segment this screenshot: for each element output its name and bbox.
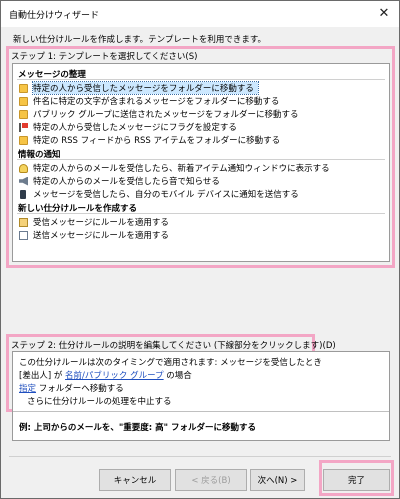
mail-send-icon (19, 230, 28, 240)
close-icon[interactable]: ✕ (373, 3, 395, 25)
sender-group-link[interactable]: 名前/パブリック グループ (65, 371, 164, 381)
template-item-move-from-sender[interactable]: 特定の人から受信したメッセージをフォルダーに移動する (19, 81, 259, 95)
description-condition-line: この仕分けルールは次のタイミングで適用されます: メッセージを受信したとき (19, 358, 322, 368)
category-divider (17, 79, 385, 80)
template-item-play-sound[interactable]: 特定の人からのメールを受信したら音で知らせる (19, 175, 220, 187)
step2-label: ステップ 2: 仕分けルールの説明を編集してください (下線部分をクリックします… (11, 341, 336, 351)
template-item-label: 受信メッセージにルールを適用する (33, 218, 169, 228)
template-item-move-rss[interactable]: 特定の RSS フィードから RSS アイテムをフォルダーに移動する (19, 134, 280, 146)
template-item-flag-from-sender[interactable]: 特定の人から受信したメッセージにフラグを設定する (19, 121, 237, 133)
template-item-label: 特定の RSS フィードから RSS アイテムをフォルダーに移動する (33, 136, 281, 146)
finish-button[interactable]: 完了 (323, 469, 390, 491)
button-area-divider (9, 456, 391, 457)
specified-folder-link[interactable]: 指定 (19, 384, 36, 394)
category-divider (17, 159, 385, 160)
template-item-mobile-alert[interactable]: メッセージを受信したら、自分のモバイル デバイスに通知を送信する (19, 188, 299, 200)
next-button[interactable]: 次へ(N) > (250, 469, 305, 491)
mobile-device-icon (20, 189, 26, 199)
description-divider (13, 411, 389, 412)
description-folder-suffix: フォルダーへ移動する (36, 384, 124, 394)
folder-move-icon (19, 109, 28, 119)
template-item-label: 特定の人からのメールを受信したら音で知らせる (33, 177, 220, 187)
window-title: 自動仕分けウィザード (9, 11, 100, 21)
back-button[interactable]: < 戻る(B) (175, 469, 247, 491)
template-item-label: メッセージを受信したら、自分のモバイル デバイスに通知を送信する (33, 190, 299, 200)
cancel-button[interactable]: キャンセル (99, 469, 171, 491)
title-bar: 自動仕分けウィザード ✕ (1, 1, 399, 27)
template-item-label: 件名に特定の文字が含まれるメッセージをフォルダーに移動する (33, 97, 280, 107)
wizard-description: 新しい仕分けルールを作成します。テンプレートを利用できます。 (13, 35, 267, 45)
template-list[interactable]: メッセージの整理 特定の人から受信したメッセージをフォルダーに移動する 件名に特… (12, 63, 390, 262)
folder-move-icon (19, 96, 28, 106)
description-sender-line: [差出人] が 名前/パブリック グループ の場合 (19, 369, 192, 381)
folder-move-icon (19, 83, 28, 93)
rule-description-box: この仕分けルールは次のタイミングで適用されます: メッセージを受信したとき [差… (12, 351, 390, 441)
example-text: 例: 上司からのメールを、"重要度: 高" フォルダーに移動する (19, 423, 257, 433)
template-item-label: 特定の人からのメールを受信したら、新着アイテム通知ウィンドウに表示する (33, 164, 330, 174)
description-folder-line: 指定 フォルダーへ移動する (19, 382, 124, 394)
description-stop-processing-line: さらに仕分けルールの処理を中止する (27, 397, 172, 407)
template-item-apply-sent[interactable]: 送信メッセージにルールを適用する (19, 229, 169, 241)
step1-label: ステップ 1: テンプレートを選択してください(S) (11, 52, 198, 62)
category-divider (17, 213, 385, 214)
template-item-label: パブリック グループに送信されたメッセージをフォルダーに移動する (33, 110, 299, 120)
folder-move-icon (19, 135, 28, 145)
template-item-new-item-alert[interactable]: 特定の人からのメールを受信したら、新着アイテム通知ウィンドウに表示する (19, 162, 330, 174)
rules-wizard-window: 自動仕分けウィザード ✕ 新しい仕分けルールを作成します。テンプレートを利用でき… (0, 0, 400, 499)
description-sender-prefix: [差出人] が (19, 371, 66, 381)
mail-receive-icon (19, 217, 28, 227)
description-sender-suffix: の場合 (163, 371, 192, 381)
template-item-label: 送信メッセージにルールを適用する (33, 231, 169, 241)
template-item-move-by-subject[interactable]: 件名に特定の文字が含まれるメッセージをフォルダーに移動する (19, 95, 279, 107)
template-item-apply-received[interactable]: 受信メッセージにルールを適用する (19, 216, 169, 228)
template-item-label: 特定の人から受信したメッセージにフラグを設定する (33, 123, 237, 133)
speaker-icon (19, 176, 28, 186)
flag-icon (19, 122, 28, 132)
template-item-move-public-group[interactable]: パブリック グループに送信されたメッセージをフォルダーに移動する (19, 108, 299, 120)
template-item-label: 特定の人から受信したメッセージをフォルダーに移動する (32, 81, 259, 95)
bell-icon (19, 163, 28, 173)
